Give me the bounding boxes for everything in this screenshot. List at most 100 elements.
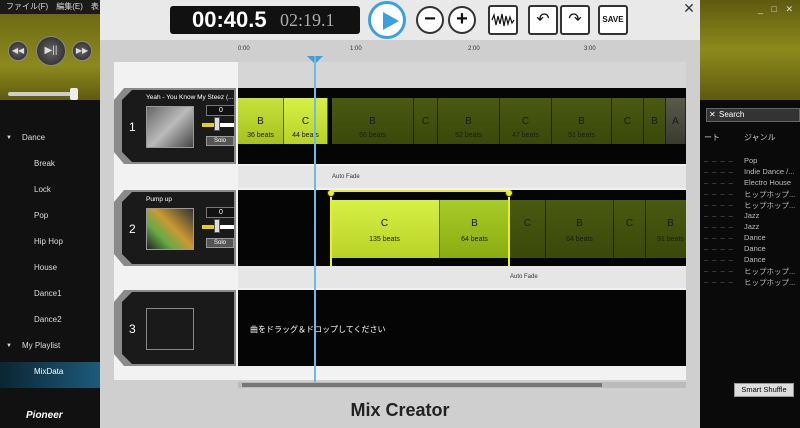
window-header-art: _ □ ✕	[700, 0, 800, 100]
beat-cell: – – – –	[704, 189, 734, 198]
genre-row[interactable]: – – – – ヒップホップ...	[700, 189, 800, 200]
block-beats: 52 beats	[455, 132, 482, 139]
beat-block[interactable]: B 56 beats	[332, 98, 414, 144]
undo-button[interactable]: ↶	[528, 5, 558, 35]
tree-item-dance1[interactable]: Dance1	[0, 284, 100, 310]
play-pause-button[interactable]: ▶||	[36, 36, 66, 66]
fade-start-handle[interactable]	[327, 190, 335, 266]
play-button[interactable]	[368, 1, 406, 39]
zoom-in-button[interactable]: +	[448, 6, 476, 34]
genre-row[interactable]: – – – – Pop	[700, 156, 800, 167]
genre-row[interactable]: – – – – Jazz	[700, 222, 800, 233]
beat-block[interactable]: C 135 beats	[330, 200, 440, 258]
solo-button[interactable]: Solo	[206, 136, 234, 146]
menu-bar: ファイル(F) 編集(E) 表	[0, 0, 100, 14]
player-controls: ◀◀ ▶|| ▶▶	[0, 14, 100, 100]
playhead[interactable]	[314, 56, 316, 382]
beat-block[interactable]: C 44 beats	[284, 98, 328, 144]
scrollbar-thumb[interactable]	[242, 383, 602, 387]
timeline-area: 1 Yeah - You Know My Steez (... 0 Solo B…	[114, 62, 686, 380]
volume-knob[interactable]	[70, 88, 78, 100]
zoom-out-button[interactable]: −	[416, 6, 444, 34]
column-header-genre[interactable]: ジャンル	[744, 132, 776, 143]
play-icon	[383, 12, 399, 30]
genre-row[interactable]: – – – – ヒップホップ...	[700, 200, 800, 211]
fade-line	[330, 190, 510, 192]
forward-button[interactable]: ▶▶	[72, 41, 92, 61]
track-lane[interactable]: 曲をドラッグ＆ドロップしてください	[238, 290, 686, 366]
beat-block[interactable]: B 52 beats	[438, 98, 500, 144]
track-lane[interactable]: B 36 beats C 44 beats B 56 beats C B 52 beats C 47…	[238, 88, 686, 164]
beat-block[interactable]: A	[666, 98, 686, 144]
beat-block[interactable]: C 47 beats	[500, 98, 552, 144]
genre-row[interactable]: – – – – ヒップホップ...	[700, 266, 800, 277]
beat-block[interactable]: B	[644, 98, 666, 144]
close-icon[interactable]: ✕	[678, 0, 700, 16]
close-icon[interactable]: ✕	[709, 109, 716, 121]
menu-view[interactable]: 表	[91, 2, 99, 11]
tree-item-pop[interactable]: Pop	[0, 206, 100, 232]
genre-row[interactable]: – – – – Dance	[700, 244, 800, 255]
fade-region[interactable]: Auto Fade	[238, 266, 686, 288]
undo-icon: ↶	[536, 11, 550, 28]
genre-row[interactable]: – – – – Dance	[700, 233, 800, 244]
beat-block[interactable]: B 51 beats	[552, 98, 612, 144]
toolbar: 00:40.5 02:19.1 − + ↶ ↷ SAVE ✕	[100, 0, 700, 40]
tree-item-break[interactable]: Break	[0, 154, 100, 180]
fade-region[interactable]: Auto Fade	[238, 166, 686, 188]
beat-block[interactable]: B 64 beats	[440, 200, 510, 258]
solo-button[interactable]: Solo	[206, 238, 234, 248]
gain-value[interactable]: 0	[206, 207, 234, 218]
genre-row[interactable]: – – – – Indie Dance /...	[700, 167, 800, 178]
beat-block[interactable]: C	[414, 98, 438, 144]
save-button[interactable]: SAVE	[598, 5, 628, 35]
track-lane[interactable]: C 135 beats B 64 beats C B 64 beats C B 91 beats	[238, 190, 686, 266]
beat-cell: – – – –	[704, 255, 734, 264]
tree-item-hiphop[interactable]: Hip Hop	[0, 232, 100, 258]
gain-value[interactable]: 0	[206, 105, 234, 116]
pioneer-logo: Pioneer	[26, 410, 63, 421]
tree-item-mixdata[interactable]: MixData	[0, 362, 100, 388]
genre-row[interactable]: – – – – Jazz	[700, 211, 800, 222]
waveform-button[interactable]	[488, 5, 518, 35]
horizontal-scrollbar[interactable]	[238, 382, 686, 388]
smart-shuffle-button[interactable]: Smart Shuffle	[734, 383, 794, 397]
menu-file[interactable]: ファイル(F)	[6, 2, 48, 11]
tree-item-house[interactable]: House	[0, 258, 100, 284]
rewind-button[interactable]: ◀◀	[8, 41, 28, 61]
beat-block[interactable]: C	[510, 200, 546, 258]
gain-knob[interactable]	[214, 117, 220, 131]
genre-row[interactable]: – – – – ヒップホップ...	[700, 277, 800, 288]
menu-edit[interactable]: 編集(E)	[56, 2, 83, 11]
volume-slider[interactable]	[8, 92, 78, 96]
beat-block[interactable]: C	[614, 200, 646, 258]
column-headers: ート ジャンル	[700, 132, 800, 146]
redo-button[interactable]: ↷	[560, 5, 590, 35]
genre-row[interactable]: – – – – Dance	[700, 255, 800, 266]
block-label: B	[578, 116, 585, 127]
tree-item-dance2[interactable]: Dance2	[0, 310, 100, 336]
genre-row[interactable]: – – – – Electro House	[700, 178, 800, 189]
gain-knob[interactable]	[214, 219, 220, 233]
auto-fade-label[interactable]: Auto Fade	[510, 274, 538, 280]
track-number: 3	[129, 322, 136, 336]
beat-block[interactable]: B 36 beats	[238, 98, 284, 144]
search-input[interactable]: ✕ Search	[706, 108, 800, 122]
library-tree: Dance Break Lock Pop Hip Hop House Dance…	[0, 128, 100, 388]
timeline-band[interactable]	[238, 62, 686, 88]
tree-item-my-playlist[interactable]: My Playlist	[0, 336, 100, 362]
beat-block[interactable]: B 91 beats	[646, 200, 686, 258]
beat-block[interactable]: B 64 beats	[546, 200, 614, 258]
block-label: C	[623, 116, 632, 127]
beat-block[interactable]: C	[612, 98, 644, 144]
block-label: C	[523, 218, 532, 229]
time-ruler[interactable]: 0:00 1:00 2:00 3:00	[238, 42, 688, 62]
auto-fade-label[interactable]: Auto Fade	[332, 174, 360, 180]
fade-end-handle[interactable]	[505, 190, 513, 266]
track-panel: 3	[114, 290, 236, 366]
block-label: C	[625, 218, 634, 229]
window-controls[interactable]: _ □ ✕	[758, 4, 796, 15]
tree-item-dance[interactable]: Dance	[0, 128, 100, 154]
column-header-beat[interactable]: ート	[704, 132, 720, 143]
tree-item-lock[interactable]: Lock	[0, 180, 100, 206]
